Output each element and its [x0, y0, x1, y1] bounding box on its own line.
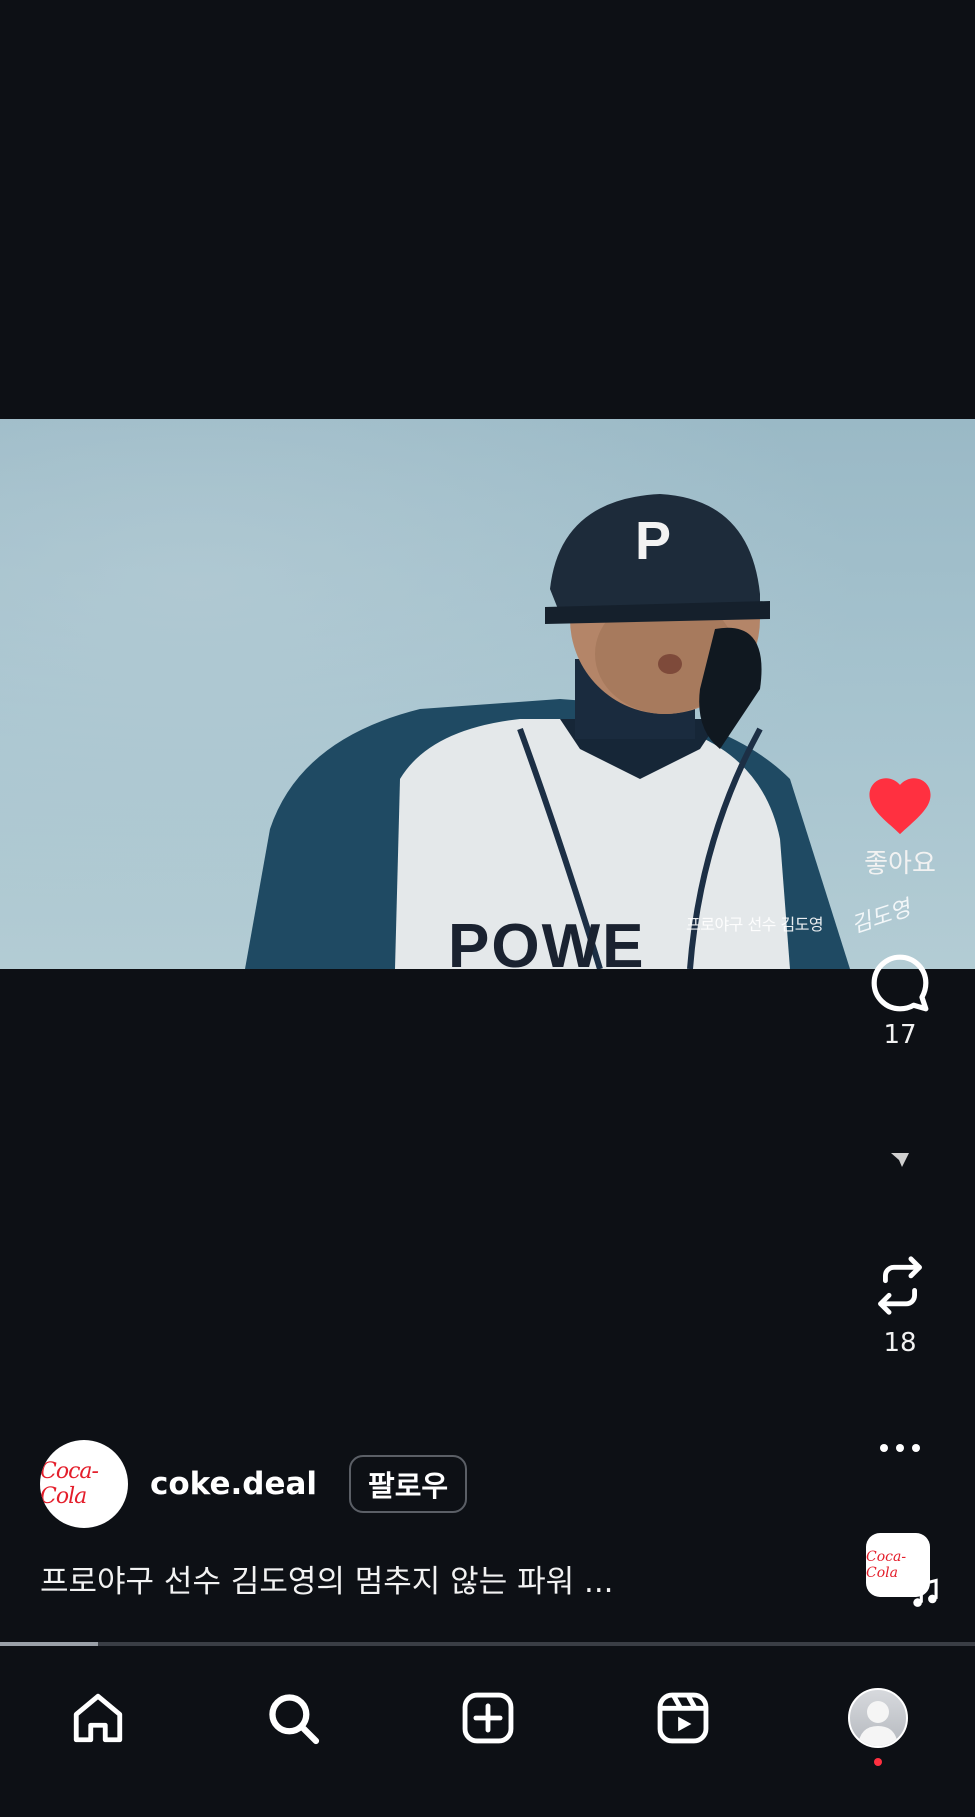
music-note-icon — [913, 1578, 938, 1607]
reel-video[interactable]: POWE P 프로야구 선수 김도영 김도영 — [0, 419, 975, 969]
heart-icon — [869, 778, 931, 835]
nav-profile[interactable] — [838, 1678, 918, 1766]
create-icon — [462, 1692, 513, 1744]
coca-cola-logo: Coca-Cola — [40, 1459, 99, 1509]
notification-dot — [873, 1758, 882, 1766]
bottom-navigation — [0, 1646, 975, 1817]
home-icon — [73, 1693, 122, 1743]
follow-button[interactable]: 팔로우 — [349, 1455, 468, 1513]
nav-home[interactable] — [58, 1678, 138, 1758]
reel-player[interactable]: POWE P 프로야구 선수 김도영 김도영 좋아요 17 18 Coca-Co… — [0, 0, 975, 1645]
share-icon — [891, 1153, 909, 1167]
profile-icon — [847, 1688, 908, 1748]
nav-reels[interactable] — [643, 1678, 723, 1758]
comment-count: 17 — [883, 1020, 917, 1050]
search-icon — [268, 1694, 319, 1745]
username[interactable]: coke.deal — [150, 1466, 317, 1502]
reel-description[interactable]: 프로야구 선수 김도영의 멈추지 않는 파워 ... — [40, 1556, 614, 1601]
reels-icon — [657, 1692, 708, 1744]
comment-icon — [871, 954, 929, 1012]
share-button[interactable] — [850, 1150, 950, 1170]
more-options-button[interactable] — [850, 1440, 950, 1456]
more-icon — [880, 1444, 920, 1452]
like-button[interactable]: 좋아요 — [850, 773, 950, 880]
nav-create[interactable] — [448, 1678, 528, 1758]
like-label: 좋아요 — [864, 849, 936, 879]
default-avatar-icon — [857, 1701, 898, 1746]
repost-button[interactable]: 18 — [850, 1254, 950, 1358]
repost-count: 18 — [883, 1328, 917, 1358]
comment-button[interactable]: 17 — [850, 952, 950, 1050]
account-row: Coca-Cola coke.deal 팔로우 — [40, 1440, 468, 1528]
account-avatar[interactable]: Coca-Cola — [40, 1440, 128, 1528]
svg-text:POWE: POWE — [448, 912, 645, 969]
baseball-player-image: POWE P — [245, 494, 850, 969]
nav-search[interactable] — [253, 1678, 333, 1758]
repost-icon — [878, 1256, 922, 1315]
video-caption-overlay: 프로야구 선수 김도영 — [686, 915, 824, 934]
coca-cola-logo: Coca-Cola — [866, 1549, 907, 1581]
svg-text:P: P — [635, 511, 671, 571]
